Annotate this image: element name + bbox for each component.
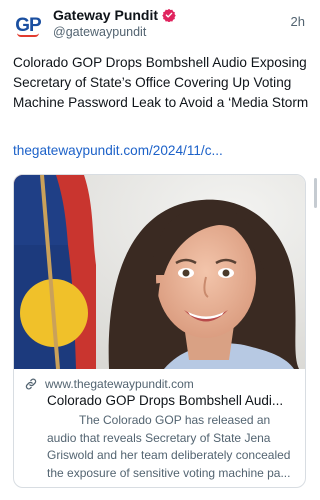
- author-display-name[interactable]: Gateway Pundit: [53, 7, 158, 23]
- avatar-logo-text: GP: [15, 14, 41, 36]
- post-link[interactable]: thegatewaypundit.com/2024/11/c...: [13, 143, 311, 158]
- card-domain-row: www.thegatewaypundit.com: [24, 377, 194, 391]
- post[interactable]: GP Gateway Pundit @gatewaypundit 2h Colo…: [0, 0, 319, 500]
- avatar[interactable]: GP: [11, 8, 45, 42]
- avatar-swoosh: [17, 33, 39, 37]
- post-text: Colorado GOP Drops Bombshell Audio Expos…: [13, 55, 309, 110]
- verified-badge-icon: [162, 8, 176, 22]
- link-icon: [25, 378, 37, 390]
- link-preview-card[interactable]: www.thegatewaypundit.com Colorado GOP Dr…: [13, 174, 306, 488]
- scrollbar-thumb[interactable]: [314, 178, 317, 208]
- author-handle[interactable]: @gatewaypundit: [53, 25, 146, 39]
- card-image[interactable]: [14, 175, 305, 369]
- post-timestamp[interactable]: 2h: [291, 14, 305, 29]
- card-description: The Colorado GOP has released an audio t…: [47, 413, 291, 480]
- card-domain: www.thegatewaypundit.com: [45, 377, 194, 391]
- author-name-row: Gateway Pundit: [53, 7, 176, 23]
- card-title[interactable]: Colorado GOP Drops Bombshell Audi...: [47, 393, 301, 408]
